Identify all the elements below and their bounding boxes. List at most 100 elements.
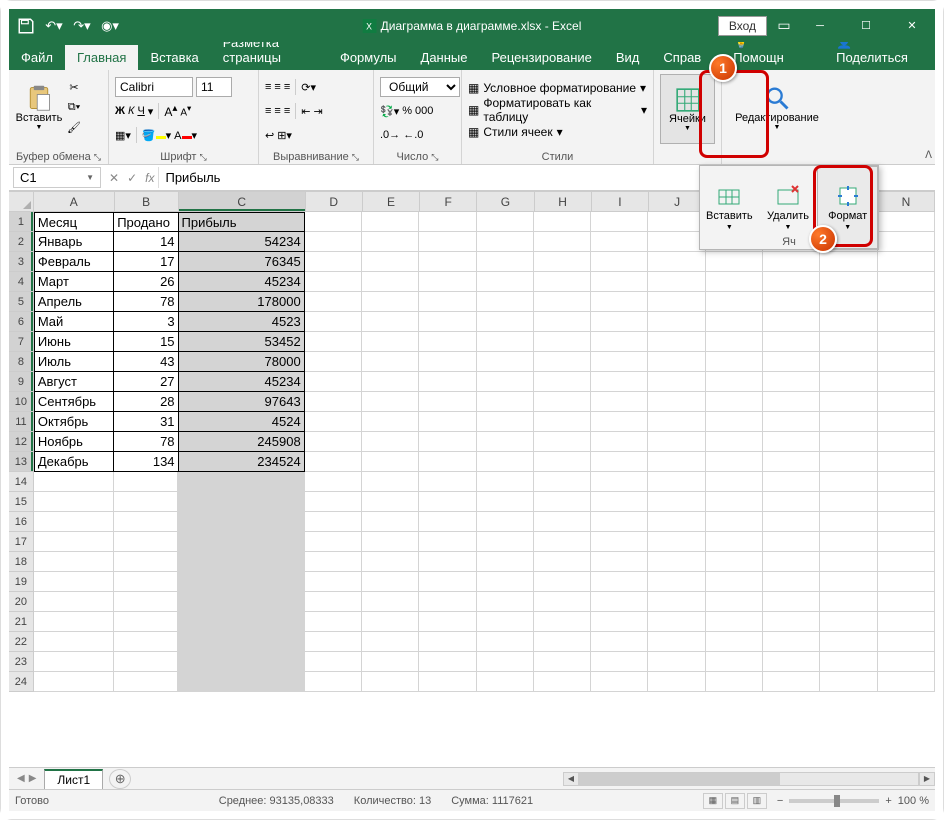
cell[interactable] (362, 492, 419, 512)
cell[interactable] (534, 592, 591, 612)
cell[interactable] (305, 292, 362, 312)
row-header[interactable]: 3 (9, 252, 34, 272)
cell[interactable] (878, 412, 935, 432)
row-header[interactable]: 20 (9, 592, 34, 612)
cell[interactable] (591, 332, 648, 352)
cell[interactable] (477, 232, 534, 252)
italic-button[interactable]: К (128, 105, 134, 117)
column-header-I[interactable]: I (592, 192, 649, 212)
cell[interactable] (763, 332, 820, 352)
cell[interactable] (591, 312, 648, 332)
cell[interactable] (534, 372, 591, 392)
cell[interactable]: 234524 (179, 452, 305, 472)
cell[interactable] (477, 592, 534, 612)
cell[interactable] (648, 532, 705, 552)
cell[interactable] (305, 632, 362, 652)
copy-icon[interactable]: ⧉▾ (65, 98, 83, 116)
row-header[interactable]: 9 (9, 372, 34, 392)
cell[interactable] (534, 392, 591, 412)
cell[interactable] (305, 252, 362, 272)
cell[interactable] (820, 252, 877, 272)
cell[interactable]: 53452 (179, 332, 305, 352)
cell[interactable] (534, 232, 591, 252)
cell[interactable]: Сентябрь (34, 392, 114, 412)
cells-button[interactable]: Ячейки ▼ (660, 74, 715, 144)
cell[interactable] (362, 532, 419, 552)
cell[interactable] (362, 592, 419, 612)
new-sheet-button[interactable]: ⊕ (109, 769, 131, 789)
cell[interactable] (419, 512, 476, 532)
cell[interactable] (419, 492, 476, 512)
cell[interactable] (820, 392, 877, 412)
cell[interactable] (477, 532, 534, 552)
cell[interactable] (362, 332, 419, 352)
cell[interactable] (820, 432, 877, 452)
cell[interactable] (648, 212, 705, 232)
cell[interactable]: 28 (114, 392, 178, 412)
cell[interactable] (763, 272, 820, 292)
cell[interactable]: 45234 (179, 272, 305, 292)
cell[interactable]: 27 (114, 372, 178, 392)
number-format-select[interactable]: Общий (380, 77, 460, 97)
cell[interactable] (706, 672, 763, 692)
cell[interactable] (534, 652, 591, 672)
indent-dec-icon[interactable]: ⇤ (301, 105, 310, 118)
cell[interactable] (477, 552, 534, 572)
cell[interactable] (878, 352, 935, 372)
cell[interactable] (477, 412, 534, 432)
cell[interactable] (763, 612, 820, 632)
cell[interactable] (648, 572, 705, 592)
zoom-slider[interactable] (789, 799, 879, 803)
cell[interactable] (534, 312, 591, 332)
cell[interactable] (648, 332, 705, 352)
cell[interactable] (362, 292, 419, 312)
cell[interactable] (820, 352, 877, 372)
enter-formula-icon[interactable]: ✓ (127, 171, 137, 185)
cell[interactable] (34, 472, 114, 492)
align-center-icon[interactable]: ≡ (274, 105, 280, 117)
cell[interactable] (178, 472, 304, 492)
cell[interactable] (362, 612, 419, 632)
cell[interactable] (419, 452, 476, 472)
cell[interactable] (591, 452, 648, 472)
cell[interactable] (820, 572, 877, 592)
cut-icon[interactable]: ✂ (65, 78, 83, 96)
tab-review[interactable]: Рецензирование (479, 45, 603, 70)
cell[interactable] (419, 432, 476, 452)
currency-icon[interactable]: 💱▾ (380, 105, 399, 118)
redo-icon[interactable]: ↷▾ (73, 17, 91, 35)
cell[interactable] (477, 212, 534, 232)
cell[interactable] (419, 372, 476, 392)
column-header-J[interactable]: J (649, 192, 706, 212)
cell[interactable] (706, 572, 763, 592)
orientation-icon[interactable]: ⟳▾ (301, 81, 316, 94)
cell[interactable]: Май (34, 312, 114, 332)
bold-button[interactable]: Ж (115, 105, 125, 117)
cell[interactable]: 97643 (179, 392, 305, 412)
cell[interactable]: Продано (114, 212, 178, 232)
camera-icon[interactable]: ◉▾ (101, 17, 119, 35)
row-header[interactable]: 4 (9, 272, 34, 292)
cell[interactable] (305, 372, 362, 392)
column-header-D[interactable]: D (306, 192, 363, 212)
cell[interactable] (820, 472, 877, 492)
cell[interactable] (820, 632, 877, 652)
cell[interactable] (34, 552, 114, 572)
cell[interactable] (362, 232, 419, 252)
cell[interactable] (591, 592, 648, 612)
cell[interactable] (648, 452, 705, 472)
cell[interactable] (648, 552, 705, 572)
cell[interactable] (706, 392, 763, 412)
cell[interactable] (706, 532, 763, 552)
sheet-tab[interactable]: Лист1 (44, 769, 103, 789)
cell[interactable] (878, 332, 935, 352)
cell[interactable] (305, 352, 362, 372)
cell[interactable] (534, 272, 591, 292)
row-header[interactable]: 22 (9, 632, 34, 652)
row-header[interactable]: 8 (9, 352, 34, 372)
column-header-C[interactable]: C (179, 192, 306, 212)
cell[interactable]: 15 (114, 332, 178, 352)
cell[interactable] (591, 512, 648, 532)
align-top-icon[interactable]: ≡ (265, 81, 271, 93)
cell[interactable] (34, 532, 114, 552)
